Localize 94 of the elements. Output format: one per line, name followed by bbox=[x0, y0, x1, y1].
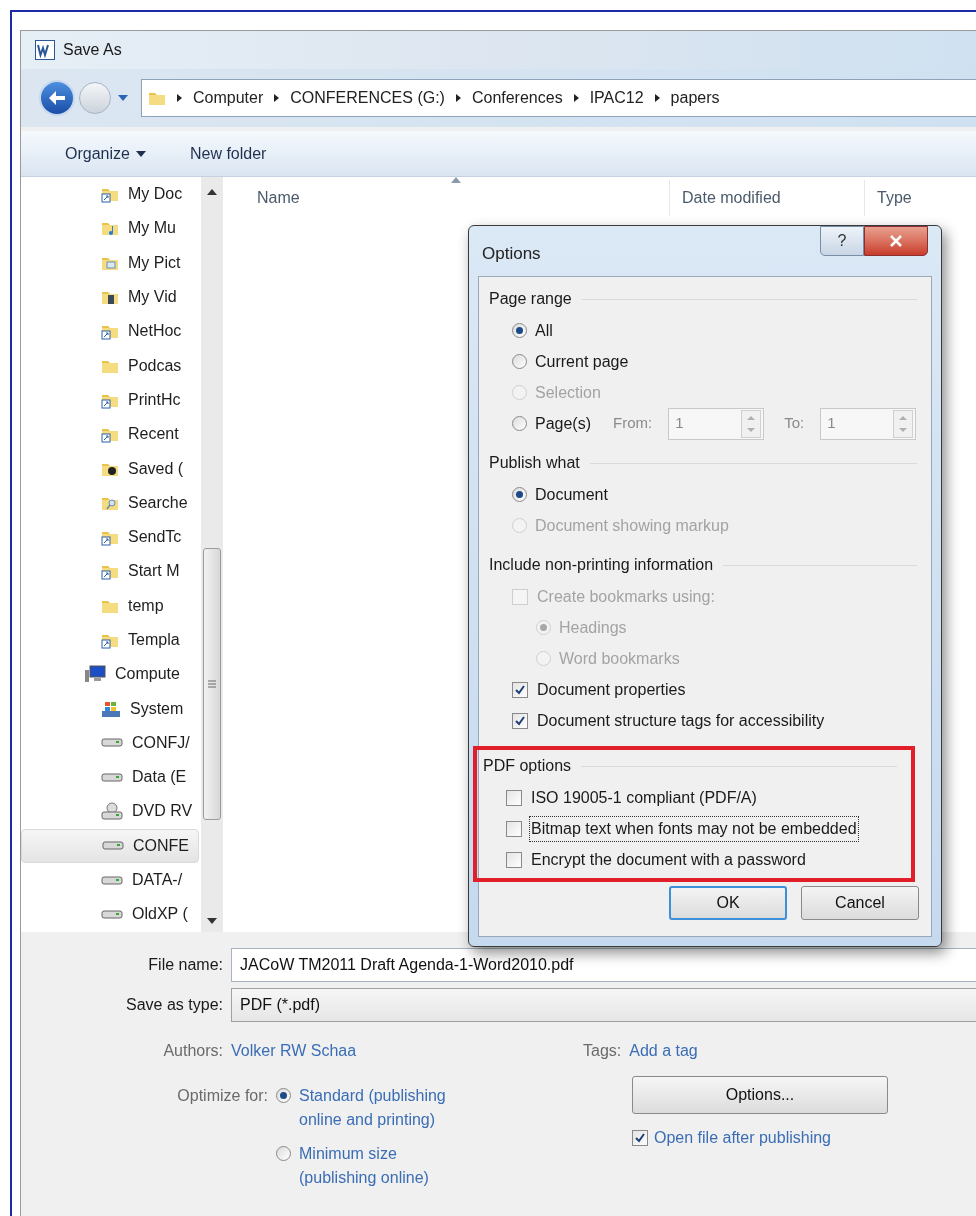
checkmark-icon bbox=[514, 683, 526, 696]
breadcrumb[interactable]: papers bbox=[670, 86, 720, 110]
save-type-dropdown[interactable]: PDF (*.pdf) bbox=[231, 988, 976, 1022]
chevron-icon bbox=[572, 93, 580, 103]
drive-icon bbox=[102, 841, 124, 851]
word-icon bbox=[35, 40, 55, 60]
grip-icon bbox=[208, 680, 216, 688]
tree-item[interactable]: OldXP ( bbox=[21, 897, 199, 932]
file-name-field[interactable]: JACoW TM2011 Draft Agenda-1-Word2010.pdf bbox=[231, 948, 976, 982]
new-folder-button[interactable]: New folder bbox=[189, 141, 267, 166]
windows-icon bbox=[101, 699, 121, 718]
drive-icon bbox=[101, 909, 123, 919]
tree-item[interactable]: Saved ( bbox=[21, 451, 199, 486]
tags-link[interactable]: Add a tag bbox=[629, 1039, 698, 1063]
tree-item[interactable]: DATA-/ bbox=[21, 862, 199, 898]
address-bar[interactable]: Computer CONFERENCES (G:) Conferences IPAC12 papers bbox=[141, 79, 976, 117]
window-title: Save As bbox=[63, 40, 122, 60]
computer-icon bbox=[84, 665, 106, 684]
tree-item[interactable]: SendTc bbox=[21, 519, 199, 555]
breadcrumb[interactable]: CONFERENCES (G:) bbox=[290, 86, 445, 110]
chevron-icon bbox=[454, 93, 462, 103]
checkbox-option[interactable]: Document structure tags for accessibility bbox=[512, 708, 826, 733]
column-header[interactable]: Name bbox=[223, 186, 669, 210]
back-arrow-icon bbox=[48, 90, 66, 106]
tree-item[interactable]: My Vid bbox=[21, 279, 199, 315]
scroll-thumb[interactable] bbox=[203, 548, 221, 820]
help-button[interactable]: ? bbox=[820, 226, 864, 256]
checkmark-icon bbox=[634, 1132, 646, 1144]
checkbox-option[interactable]: ISO 19005-1 compliant (PDF/A) bbox=[506, 785, 758, 810]
column-header[interactable]: Date modified bbox=[670, 186, 864, 210]
section-heading: Publish what bbox=[489, 453, 580, 473]
field-label: Optimize for: bbox=[176, 1086, 269, 1106]
from-label: From: bbox=[613, 413, 653, 434]
radio-option[interactable]: All bbox=[512, 318, 553, 343]
section-heading: PDF options bbox=[483, 756, 572, 776]
tree-item[interactable]: DVD RV bbox=[21, 794, 199, 829]
tree-item[interactable]: CONFE bbox=[21, 828, 199, 863]
tree-item[interactable]: Searche bbox=[21, 485, 199, 520]
column-header[interactable]: Type bbox=[865, 186, 912, 210]
breadcrumb[interactable]: Computer bbox=[193, 86, 264, 110]
drive-icon bbox=[101, 772, 123, 782]
back-button[interactable] bbox=[39, 80, 75, 116]
chevron-icon bbox=[273, 93, 281, 103]
checkbox-option[interactable]: Open file after publishing bbox=[632, 1126, 888, 1150]
organize-button[interactable]: Organize bbox=[65, 141, 146, 166]
section-heading: Include non-printing information bbox=[489, 555, 714, 575]
checkmark-icon bbox=[514, 714, 526, 727]
to-label: To: bbox=[784, 413, 805, 434]
breadcrumb[interactable]: IPAC12 bbox=[589, 86, 644, 110]
field-label: File name: bbox=[147, 955, 224, 975]
dropdown-caret-icon bbox=[135, 150, 146, 157]
scroll-up-icon[interactable] bbox=[207, 189, 217, 195]
tree-item[interactable]: CONFJ/ bbox=[21, 725, 199, 761]
close-icon bbox=[889, 235, 903, 247]
drive-icon bbox=[101, 738, 123, 748]
history-caret-icon[interactable] bbox=[117, 94, 129, 102]
dvd-drive-icon bbox=[101, 802, 123, 821]
checkbox-option[interactable]: Document properties bbox=[512, 677, 687, 702]
close-button[interactable] bbox=[864, 226, 928, 256]
scroll-down-icon[interactable] bbox=[207, 918, 217, 924]
field-label: Authors: bbox=[162, 1041, 224, 1061]
tree-item[interactable]: Compute bbox=[21, 657, 199, 692]
chevron-icon bbox=[176, 93, 183, 103]
checkbox-option[interactable]: Encrypt the document with a password bbox=[506, 847, 807, 872]
chevron-icon bbox=[653, 93, 661, 103]
tree-item[interactable]: System bbox=[21, 691, 199, 726]
radio-option[interactable]: Standard (publishing online and printing) bbox=[276, 1084, 632, 1132]
scrollbar[interactable] bbox=[201, 177, 223, 932]
tree-item[interactable]: My Pict bbox=[21, 245, 199, 280]
radio-option[interactable]: Minimum size (publishing online) bbox=[276, 1142, 632, 1190]
tree-item[interactable]: PrintHc bbox=[21, 382, 199, 418]
tree-item[interactable]: NetHoc bbox=[21, 314, 199, 349]
checkbox-option[interactable]: Bitmap text when fonts may not be embedded bbox=[506, 816, 858, 841]
breadcrumb[interactable]: Conferences bbox=[471, 86, 563, 110]
tree-item[interactable]: My Doc bbox=[21, 177, 199, 212]
radio-option[interactable]: Document bbox=[512, 482, 608, 507]
tree-item[interactable]: Data (E bbox=[21, 760, 199, 795]
drive-icon bbox=[101, 875, 123, 885]
field-label: Save as type: bbox=[125, 995, 224, 1015]
radio-option[interactable]: Current page bbox=[512, 349, 629, 374]
field-label: Tags: bbox=[583, 1041, 623, 1061]
authors-link[interactable]: Volker RW Schaa bbox=[231, 1039, 583, 1063]
tree-item[interactable]: Recent bbox=[21, 417, 199, 452]
radio-option[interactable]: Page(s) bbox=[512, 411, 592, 436]
tree-item[interactable]: Templa bbox=[21, 622, 199, 658]
tree-item[interactable]: Start M bbox=[21, 554, 199, 589]
dialog-title: Options bbox=[482, 243, 541, 265]
tree-item[interactable]: Podcas bbox=[21, 348, 199, 383]
dialog-button[interactable]: Cancel bbox=[801, 886, 919, 920]
options-button[interactable]: Options... bbox=[632, 1076, 888, 1114]
tree-item[interactable]: temp bbox=[21, 588, 199, 623]
tree-item[interactable]: My Mu bbox=[21, 211, 199, 246]
dialog-button[interactable]: OK bbox=[669, 886, 787, 920]
section-heading: Page range bbox=[489, 289, 572, 309]
